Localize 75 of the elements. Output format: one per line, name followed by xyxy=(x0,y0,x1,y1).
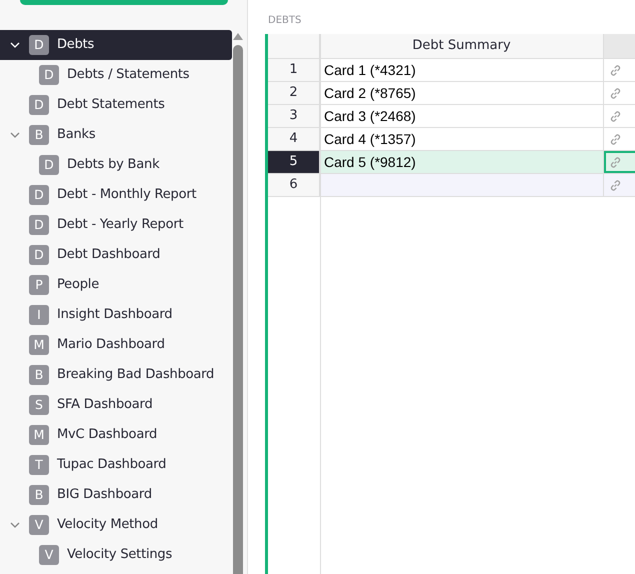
item-label: Tupac Dashboard xyxy=(57,456,166,474)
tree-item[interactable]: M Mario Dashboard xyxy=(0,330,232,360)
table-cell: Card 5 (*9812) xyxy=(320,151,604,174)
row-number: 1 xyxy=(268,59,320,82)
item-label: MvC Dashboard xyxy=(57,426,158,444)
row-number: 5 xyxy=(268,151,320,174)
letter-badge: V xyxy=(39,545,59,565)
section-title: DEBTS xyxy=(268,14,302,28)
table-cell: Card 1 (*4321) xyxy=(320,59,604,82)
letter-badge: B xyxy=(29,125,49,145)
tree-item[interactable]: D Debt - Monthly Report xyxy=(0,180,232,210)
letter-badge: D xyxy=(29,185,49,205)
item-label: Mario Dashboard xyxy=(57,336,165,354)
item-label: Velocity Method xyxy=(57,516,158,534)
tree-item[interactable]: D Debts xyxy=(0,30,232,60)
tree-item[interactable]: D Debt Dashboard xyxy=(0,240,232,270)
letter-badge: V xyxy=(29,515,49,535)
item-label: Debts xyxy=(57,36,94,54)
row-number: 4 xyxy=(268,128,320,151)
tree-item[interactable]: B Breaking Bad Dashboard xyxy=(0,360,232,390)
letter-badge: P xyxy=(29,275,49,295)
item-label: Debts by Bank xyxy=(67,156,160,174)
item-label: Insight Dashboard xyxy=(57,306,172,324)
item-label: SFA Dashboard xyxy=(57,396,152,414)
letter-badge: D xyxy=(39,65,59,85)
link-icon[interactable] xyxy=(609,156,622,168)
tree-item[interactable]: S SFA Dashboard xyxy=(0,390,232,420)
item-label: Breaking Bad Dashboard xyxy=(57,366,214,384)
item-label: BIG Dashboard xyxy=(57,486,152,504)
letter-badge: D xyxy=(29,215,49,235)
letter-badge: D xyxy=(39,155,59,175)
table-cell: Card 2 (*8765) xyxy=(320,82,604,105)
column-header[interactable]: Debt Summary xyxy=(320,34,604,59)
tree-item[interactable]: V Velocity Settings xyxy=(0,540,232,570)
table-cell: Card 3 (*2468) xyxy=(320,105,604,128)
letter-badge: D xyxy=(29,95,49,115)
tree-item[interactable]: M MvC Dashboard xyxy=(0,420,232,450)
row-number-header xyxy=(268,34,320,59)
tree-item[interactable]: P People xyxy=(0,270,232,300)
link-icon[interactable] xyxy=(609,178,622,192)
column-header-blank xyxy=(604,34,635,59)
letter-badge: T xyxy=(29,455,49,475)
letter-badge: S xyxy=(29,395,49,415)
item-label: Debts / Statements xyxy=(67,66,190,84)
tree-item[interactable]: I Insight Dashboard xyxy=(0,300,232,330)
tree-item[interactable]: D Debt - Yearly Report xyxy=(0,210,232,240)
tree-item[interactable]: V Velocity Method xyxy=(0,510,232,540)
link-icon[interactable] xyxy=(609,110,622,122)
row-number: 2 xyxy=(268,82,320,105)
letter-badge: M xyxy=(29,335,49,355)
tree-item[interactable]: B Banks xyxy=(0,120,232,150)
row-number: 3 xyxy=(268,105,320,128)
letter-badge: I xyxy=(29,305,49,325)
item-label: People xyxy=(57,276,99,294)
letter-badge: B xyxy=(29,485,49,505)
item-label: Debt - Yearly Report xyxy=(57,216,184,234)
letter-badge: D xyxy=(29,35,49,55)
tree-item[interactable]: B BIG Dashboard xyxy=(0,480,232,510)
tree-item[interactable]: D Debt Statements xyxy=(0,90,232,120)
tree-item[interactable]: D Debts by Bank xyxy=(0,150,232,180)
link-icon[interactable] xyxy=(609,132,622,146)
letter-badge: D xyxy=(29,245,49,265)
scroll-up-icon[interactable] xyxy=(233,33,243,40)
item-label: Debt - Monthly Report xyxy=(57,186,196,204)
row-number: 6 xyxy=(268,174,320,197)
link-icon[interactable] xyxy=(609,86,622,100)
tree-item[interactable]: D Debts / Statements xyxy=(0,60,232,90)
letter-badge: B xyxy=(29,365,49,385)
item-label: Debt Dashboard xyxy=(57,246,160,264)
tree-item[interactable]: T Tupac Dashboard xyxy=(0,450,232,480)
item-label: Debt Statements xyxy=(57,96,165,114)
link-icon[interactable] xyxy=(609,64,622,76)
item-label: Banks xyxy=(57,126,96,144)
letter-badge: M xyxy=(29,425,49,445)
item-label: Velocity Settings xyxy=(67,546,172,564)
